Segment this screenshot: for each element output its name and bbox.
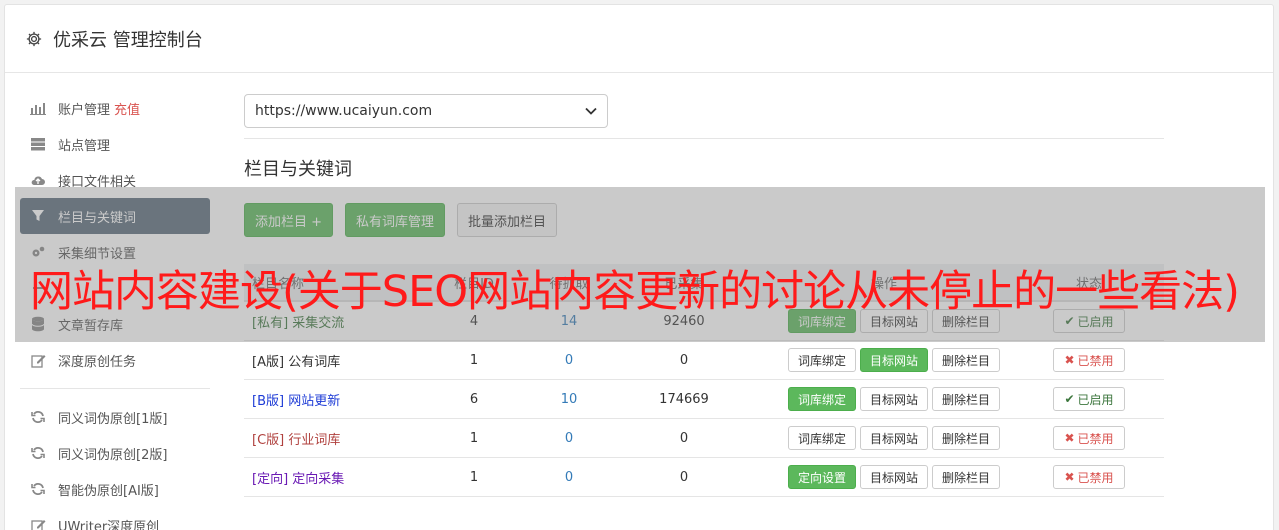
delete-column-button[interactable]: 删除栏目 (932, 465, 1001, 489)
collected-count: 0 (679, 469, 689, 485)
collected-count: 0 (679, 430, 689, 446)
sidebar-item-label: 账户管理 (58, 102, 111, 118)
sidebar-item-label: 站点管理 (58, 138, 111, 154)
site-select[interactable]: https://www.ucaiyun.com (244, 94, 608, 128)
cloud-upload-icon (30, 172, 46, 188)
sidebar-item-label: 智能伪原创[AI版] (58, 483, 159, 499)
column-tag: [B版] (252, 393, 285, 409)
edit-icon (30, 352, 46, 368)
row-ops: 定向设置 目标网站 删除栏目 (754, 465, 1014, 489)
column-tag: [A版] (252, 354, 285, 370)
sidebar-item-ai-rewrite[interactable]: 智能伪原创[AI版] (20, 471, 210, 507)
refresh-icon (30, 445, 46, 461)
status-toggle[interactable]: ✖ 已禁用 (1053, 465, 1125, 489)
column-tag: [C版] (252, 432, 285, 448)
recharge-link[interactable]: 充值 (114, 99, 140, 118)
table-row: [定向] 定向采集 1 0 0 定向设置 目标网站 删除栏目 ✖ 已禁用 (244, 458, 1164, 497)
table-row: [C版] 行业词库 1 0 0 词库绑定 目标网站 删除栏目 ✖ 已禁用 (244, 419, 1164, 458)
status-label: 已启用 (1077, 392, 1114, 407)
bind-lexicon-button[interactable]: 词库绑定 (788, 387, 857, 411)
section-title: 栏目与关键词 (244, 159, 352, 180)
target-site-button[interactable]: 目标网站 (860, 426, 929, 450)
sidebar-item-label: 同义词伪原创[2版] (58, 447, 168, 463)
column-name[interactable]: [定向] 定向采集 (244, 468, 424, 487)
directed-settings-button[interactable]: 定向设置 (788, 465, 857, 489)
target-site-button[interactable]: 目标网站 (860, 387, 929, 411)
status-toggle[interactable]: ✔ 已启用 (1053, 387, 1125, 411)
column-title: 公有词库 (288, 354, 341, 370)
overlay-banner (15, 187, 1265, 342)
status-label: 已禁用 (1077, 431, 1114, 446)
edit-icon (30, 517, 46, 530)
gear-icon (26, 31, 42, 46)
delete-column-button[interactable]: 删除栏目 (932, 348, 1001, 372)
pending-count: 0 (564, 352, 574, 368)
pending-count: 0 (564, 430, 574, 446)
site-select-value: https://www.ucaiyun.com (255, 103, 433, 119)
bind-lexicon-button[interactable]: 词库绑定 (788, 426, 857, 450)
column-id: 6 (469, 391, 479, 407)
delete-column-button[interactable]: 删除栏目 (932, 426, 1001, 450)
pending-count: 10 (560, 391, 578, 407)
row-ops: 词库绑定 目标网站 删除栏目 (754, 387, 1014, 411)
column-tag: [定向] (252, 471, 289, 487)
bar-chart-icon (30, 100, 46, 116)
bind-lexicon-button[interactable]: 词库绑定 (788, 348, 857, 372)
sidebar-item-label: 同义词伪原创[1版] (58, 411, 168, 427)
row-ops: 词库绑定 目标网站 删除栏目 (754, 348, 1014, 372)
sidebar-item-label: 深度原创任务 (58, 354, 137, 370)
column-name[interactable]: [B版] 网站更新 (244, 390, 424, 409)
column-name[interactable]: [A版] 公有词库 (244, 351, 424, 370)
collected-count: 174669 (659, 391, 709, 407)
column-title: 网站更新 (288, 393, 341, 409)
column-name[interactable]: [C版] 行业词库 (244, 429, 424, 448)
column-id: 1 (469, 430, 479, 446)
divider (244, 138, 1164, 139)
column-id: 1 (469, 469, 479, 485)
collected-count: 0 (679, 352, 689, 368)
table-row: [A版] 公有词库 1 0 0 词库绑定 目标网站 删除栏目 ✖ 已禁用 (244, 341, 1164, 380)
refresh-icon (30, 409, 46, 425)
sidebar-divider (20, 388, 210, 389)
column-title: 行业词库 (288, 432, 341, 448)
delete-column-button[interactable]: 删除栏目 (932, 387, 1001, 411)
status-toggle[interactable]: ✖ 已禁用 (1053, 426, 1125, 450)
check-icon: ✔ (1064, 392, 1075, 406)
pending-count: 0 (564, 469, 574, 485)
status-toggle[interactable]: ✖ 已禁用 (1053, 348, 1125, 372)
column-title: 定向采集 (292, 471, 345, 487)
close-icon: ✖ (1064, 431, 1075, 445)
sidebar-item-synonym-2[interactable]: 同义词伪原创[2版] (20, 435, 210, 471)
sidebar-item-synonym-1[interactable]: 同义词伪原创[1版] (20, 399, 210, 435)
row-ops: 词库绑定 目标网站 删除栏目 (754, 426, 1014, 450)
panel-header: 优采云 管理控制台 (5, 5, 1273, 73)
server-icon (30, 136, 46, 152)
sidebar-item-label: UWriter深度原创 (58, 519, 160, 530)
column-id: 1 (469, 352, 479, 368)
overlay-headline: 网站内容建设(关于SEO网站内容更新的讨论从未停止的一些看法) (30, 267, 1240, 317)
chevron-down-icon (585, 104, 597, 118)
close-icon: ✖ (1064, 353, 1075, 367)
page-title: 优采云 管理控制台 (53, 29, 203, 51)
sidebar-item-sites[interactable]: 站点管理 (20, 126, 210, 162)
status-label: 已禁用 (1077, 470, 1114, 485)
sidebar-item-uwriter[interactable]: UWriter深度原创 (20, 507, 210, 530)
table-row: [B版] 网站更新 6 10 174669 词库绑定 目标网站 删除栏目 ✔ 已启… (244, 380, 1164, 419)
refresh-icon (30, 481, 46, 497)
close-icon: ✖ (1064, 470, 1075, 484)
target-site-button[interactable]: 目标网站 (860, 465, 929, 489)
sidebar-item-account[interactable]: 账户管理 充值 (20, 90, 210, 126)
status-label: 已禁用 (1077, 353, 1114, 368)
sidebar-item-deep-original[interactable]: 深度原创任务 (20, 342, 210, 378)
target-site-button[interactable]: 目标网站 (860, 348, 929, 372)
